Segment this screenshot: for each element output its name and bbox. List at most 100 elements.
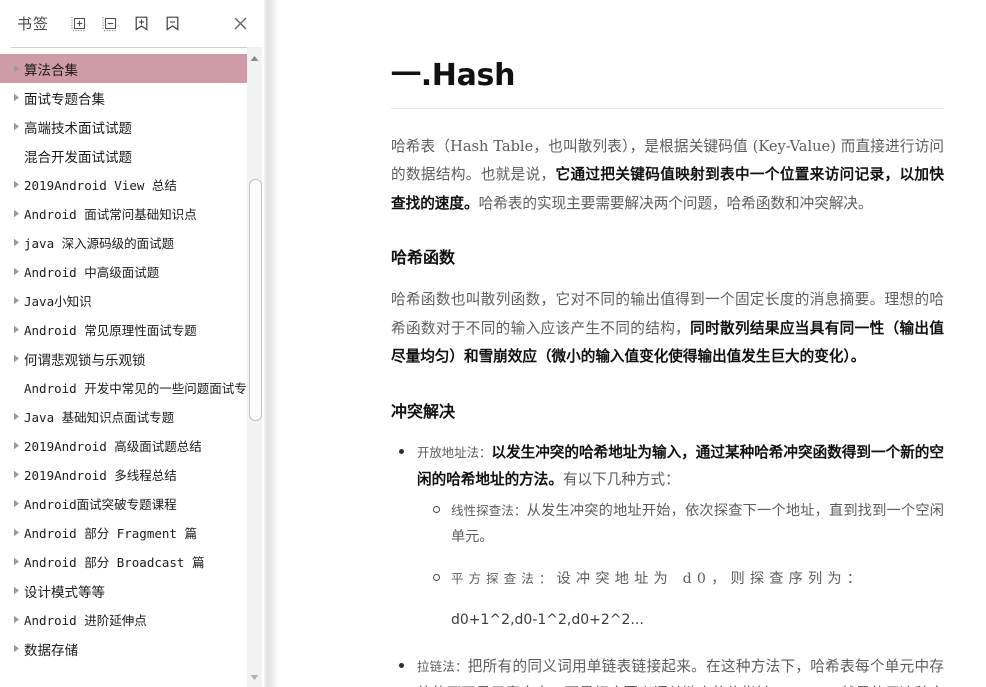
close-icon[interactable] [230, 14, 250, 34]
term-open-addressing: 开放地址法： [417, 444, 492, 460]
bookmark-item-label: Java小知识 [24, 294, 92, 309]
bullet-circle-icon [433, 574, 440, 582]
bookmark-item-0[interactable]: 算法合集 [0, 54, 254, 83]
panel-splitter[interactable] [264, 0, 280, 687]
bookmark-item-label: java 深入源码级的面试题 [24, 236, 175, 251]
scrollbar-thumb[interactable] [249, 179, 262, 421]
list-item: 开放地址法：以发生冲突的哈希地址为输入，通过某种哈希冲突函数得到一个新的空闲的哈… [399, 440, 944, 494]
open-addressing-bold: 以发生冲突的哈希地址为输入，通过某种哈希冲突函数得到一个新的空闲的哈希地址的方法… [417, 443, 944, 488]
chevron-right-icon[interactable] [8, 615, 24, 624]
collision-bullet-list: 开放地址法：以发生冲突的哈希地址为输入，通过某种哈希冲突函数得到一个新的空闲的哈… [391, 440, 944, 687]
chevron-right-icon[interactable] [8, 93, 24, 102]
open-addressing-tail: 有以下几种方式： [562, 470, 680, 488]
scroll-up-icon[interactable] [247, 51, 262, 66]
quadratic-probing-text: 设冲突地址为 d0，则探查序列为： [556, 571, 867, 588]
bookmark-toolbar [70, 15, 181, 33]
chevron-right-icon[interactable] [8, 354, 24, 363]
collapse-all-icon[interactable] [101, 15, 119, 33]
bookmark-scrollbar[interactable] [247, 47, 262, 687]
bookmark-list: 算法合集面试专题合集高端技术面试试题 混合开发面试试题 2019Android Vi… [0, 48, 264, 687]
bookmark-item-label: 面试专题合集 [24, 91, 105, 108]
bookmark-item-3[interactable]: 混合开发面试试题 [0, 141, 264, 170]
bookmark-item-label: 算法合集 [24, 62, 78, 79]
expand-all-icon[interactable] [70, 15, 88, 33]
bookmark-item-label: Android 部分 Fragment 篇 [24, 526, 197, 541]
bookmark-item-19[interactable]: Android 进阶延伸点 [0, 605, 264, 634]
chevron-right-icon[interactable] [8, 499, 24, 508]
chevron-right-icon[interactable] [8, 528, 24, 537]
chevron-right-icon[interactable] [8, 64, 24, 73]
bookmark-item-label: Android 开发中常见的一些问题面试专题 [24, 381, 260, 396]
chevron-right-icon[interactable] [8, 180, 24, 189]
bookmark-item-label: 2019Android 高级面试题总结 [24, 439, 202, 454]
bookmark-item-13[interactable]: 2019Android 高级面试题总结 [0, 431, 264, 460]
bookmark-item-17[interactable]: Android 部分 Broadcast 篇 [0, 547, 264, 576]
bookmark-item-label: 何谓悲观锁与乐观锁 [24, 352, 146, 369]
bookmark-item-8[interactable]: Java小知识 [0, 286, 264, 315]
chevron-right-icon[interactable] [8, 267, 24, 276]
bookmark-item-2[interactable]: 高端技术面试试题 [0, 112, 264, 141]
bookmark-item-20[interactable]: 数据存储 [0, 634, 264, 663]
bookmark-item-label: Android 进阶延伸点 [24, 613, 147, 628]
bullet-circle-icon [433, 505, 440, 513]
chevron-right-icon[interactable] [8, 296, 24, 305]
bookmark-item-4[interactable]: 2019Android View 总结 [0, 170, 264, 199]
bookmark-item-9[interactable]: Android 常见原理性面试专题 [0, 315, 264, 344]
bookmark-panel: 书签 算法合集 面试专题合集 高端技术面试试题 混合开发面试试题 2019And… [0, 0, 264, 687]
bookmark-reader-window: 书签 算法合集 面试专题合集 高端技术面试试题 混合开发面试试题 2019And… [0, 0, 986, 687]
chevron-right-icon[interactable] [8, 412, 24, 421]
intro-paragraph: 哈希表（Hash Table，也叫散列表），是根据关键码值 (Key-Value… [391, 133, 944, 218]
bookmark-item-label: Java 基础知识点面试专题 [24, 410, 175, 425]
bookmark-item-label: 2019Android View 总结 [24, 178, 177, 193]
bookmark-item-11[interactable]: Android 开发中常见的一些问题面试专题 [0, 373, 264, 402]
bookmark-item-15[interactable]: Android面试突破专题课程 [0, 489, 264, 518]
bookmark-panel-title: 书签 [17, 15, 50, 33]
page-title: 一.Hash [391, 58, 516, 93]
chevron-right-icon[interactable] [8, 557, 24, 566]
hash-function-paragraph: 哈希函数也叫散列函数，它对不同的输出值得到一个固定长度的消息摘要。理想的哈希函数… [391, 286, 944, 371]
bookmark-item-7[interactable]: Android 中高级面试题 [0, 257, 264, 286]
chevron-right-icon[interactable] [8, 644, 24, 653]
section-heading-collision: 冲突解决 [391, 401, 456, 421]
delete-bookmark-icon[interactable] [163, 15, 181, 33]
bookmark-item-label: 2019Android 多线程总结 [24, 468, 177, 483]
list-item: 线性探查法：从发生冲突的地址开始，依次探查下一个地址，直到找到一个空闲单元。 [433, 498, 944, 551]
chevron-right-icon[interactable] [8, 441, 24, 450]
bookmark-item-label: Android面试突破专题课程 [24, 497, 177, 512]
bookmark-panel-header: 书签 [0, 0, 264, 47]
chevron-right-icon[interactable] [8, 122, 24, 131]
bookmark-item-label: 混合开发面试试题 [24, 149, 132, 166]
list-item: 拉链法：把所有的同义词用单链表链接起来。在这种方法下，哈希表每个单元中存放的不再… [399, 654, 944, 687]
bookmark-item-12[interactable]: Java 基础知识点面试专题 [0, 402, 264, 431]
bullet-disc-icon [399, 663, 404, 669]
bookmark-item-18[interactable]: 设计模式等等 [0, 576, 264, 605]
bookmark-item-14[interactable]: 2019Android 多线程总结 [0, 460, 264, 489]
bookmark-item-label: 设计模式等等 [24, 584, 105, 601]
bookmark-item-label: 数据存储 [24, 642, 78, 659]
chevron-right-icon[interactable] [8, 586, 24, 595]
add-bookmark-icon[interactable] [132, 15, 150, 33]
chevron-right-icon[interactable] [8, 238, 24, 247]
bookmark-item-label: 高端技术面试试题 [24, 120, 132, 137]
scroll-down-icon[interactable] [247, 670, 262, 685]
bookmark-item-label: Android 常见原理性面试专题 [24, 323, 197, 338]
bookmark-item-label: Android 中高级面试题 [24, 265, 160, 280]
title-rule [391, 108, 944, 109]
document-content: 一.Hash 哈希表（Hash Table，也叫散列表），是根据关键码值 (Ke… [280, 0, 986, 687]
intro-part2: 哈希表的实现主要需要解决两个问题，哈希函数和冲突解决。 [478, 194, 873, 212]
section-heading-hash-function: 哈希函数 [391, 248, 456, 268]
term-linear-probing: 线性探查法： [451, 502, 527, 518]
term-chaining: 拉链法： [417, 659, 468, 675]
bookmark-item-10[interactable]: 何谓悲观锁与乐观锁 [0, 344, 264, 373]
term-quadratic-probing: 平方探查法： [451, 571, 557, 587]
bookmark-item-1[interactable]: 面试专题合集 [0, 83, 264, 112]
chevron-right-icon[interactable] [8, 325, 24, 334]
chevron-right-icon[interactable] [8, 470, 24, 479]
quadratic-probing-formula: d0+1^2,d0-1^2,d0+2^2... [451, 612, 644, 629]
chaining-text1: 把所有的同义词用单链表链接起来。在这种方法下，哈希表每个单元中存放的不再是元素本… [417, 658, 944, 687]
chevron-right-icon[interactable] [8, 209, 24, 218]
bullet-disc-icon [399, 448, 404, 454]
bookmark-item-16[interactable]: Android 部分 Fragment 篇 [0, 518, 264, 547]
bookmark-item-6[interactable]: java 深入源码级的面试题 [0, 228, 264, 257]
bookmark-item-5[interactable]: Android 面试常问基础知识点 [0, 199, 264, 228]
